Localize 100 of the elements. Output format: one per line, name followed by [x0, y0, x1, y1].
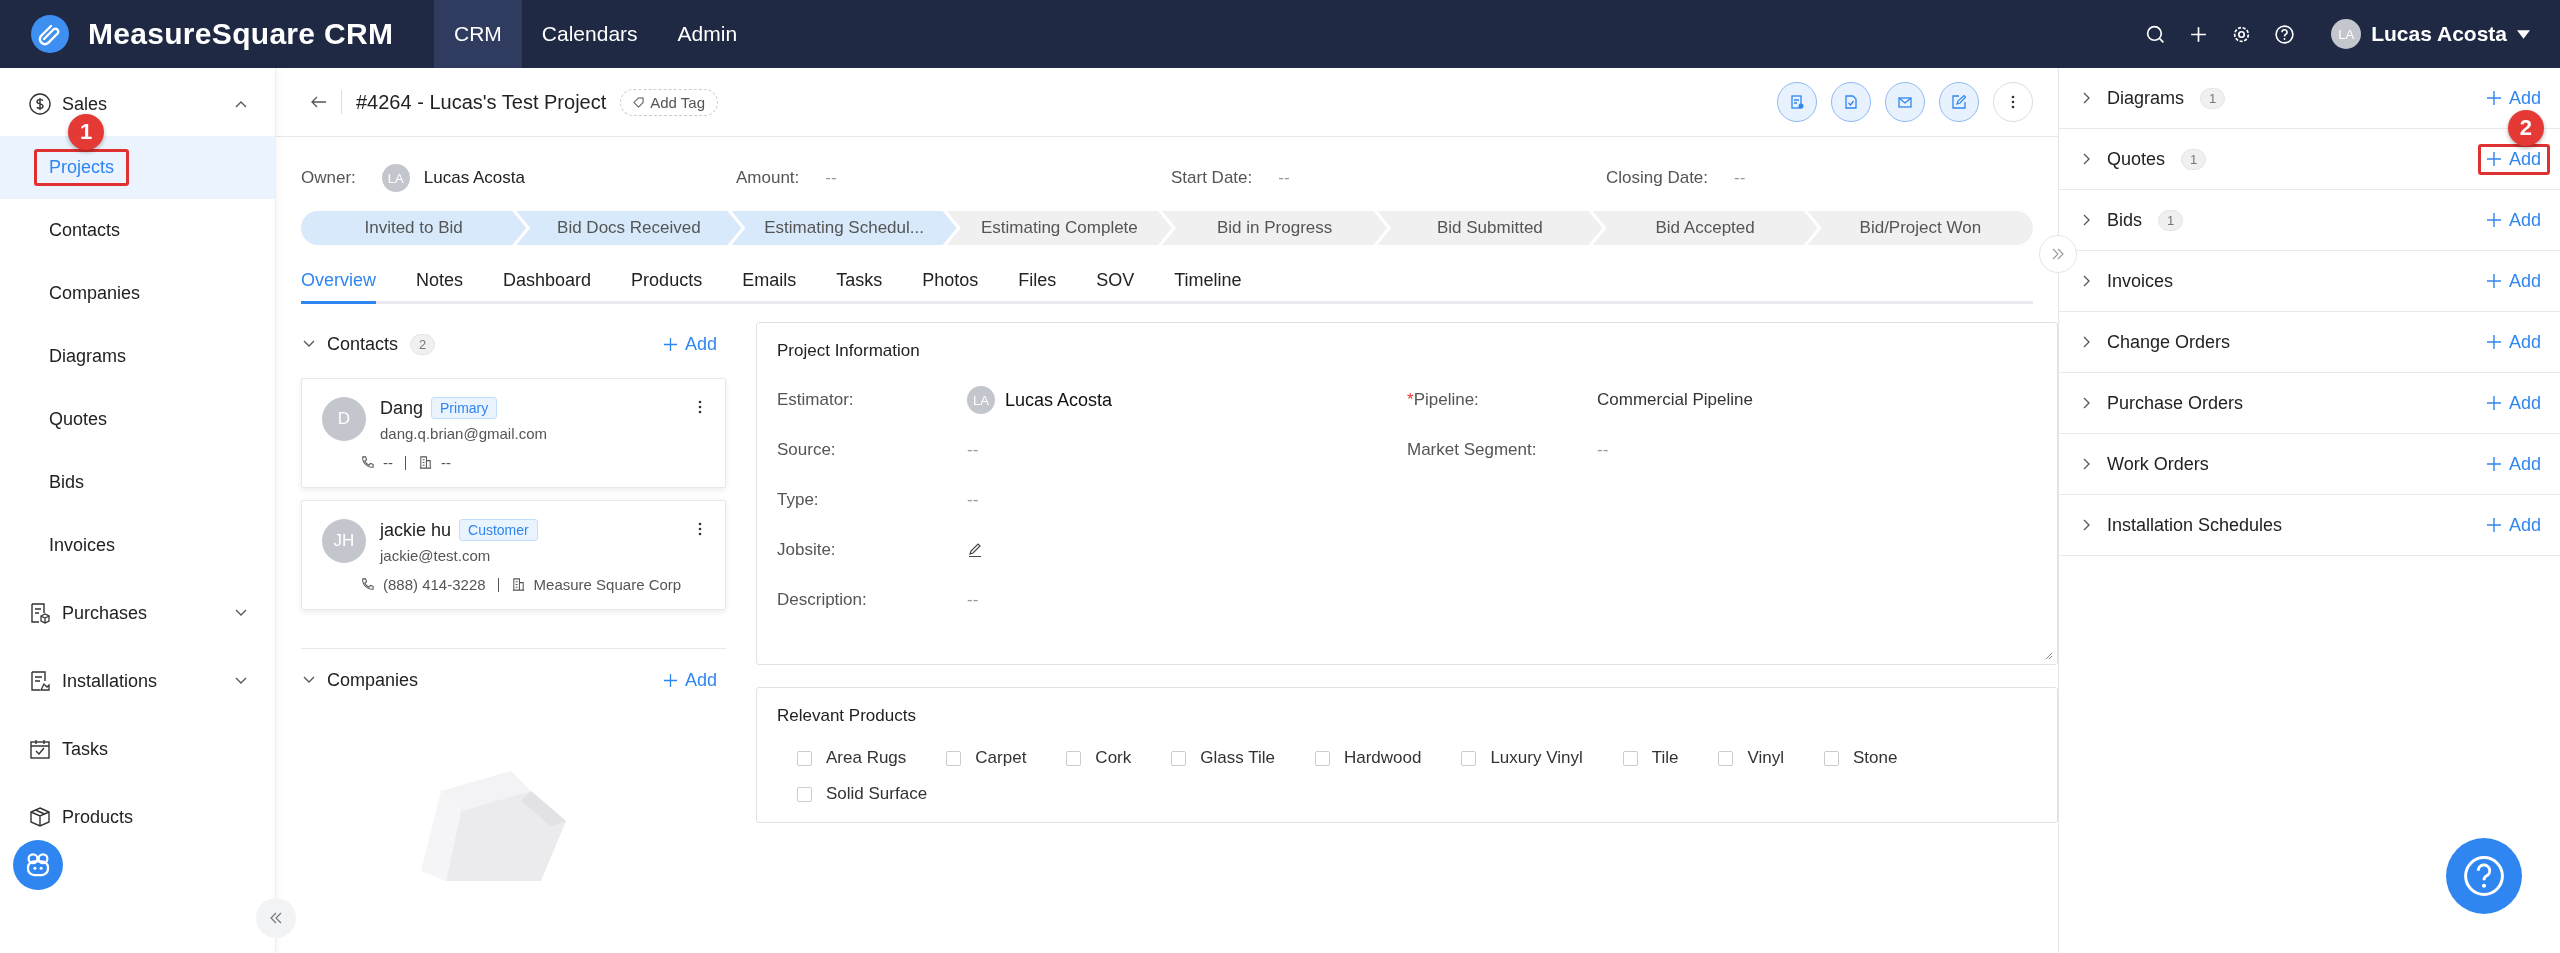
tab[interactable]: Notes — [416, 270, 464, 304]
sidebar-item[interactable]: Companies — [0, 262, 275, 325]
related-section-title: Purchase Orders — [2107, 392, 2244, 414]
kebab-menu-icon[interactable] — [697, 399, 703, 415]
product-checkbox[interactable]: Stone — [1824, 748, 1898, 768]
caret-icon[interactable] — [2517, 29, 2530, 39]
add-link[interactable]: Add — [2477, 448, 2550, 480]
search-icon[interactable] — [2145, 23, 2167, 45]
tab[interactable]: Emails — [742, 270, 797, 304]
back-arrow-icon[interactable] — [311, 96, 327, 108]
report-button[interactable] — [1831, 82, 1871, 122]
kebab-menu-icon[interactable] — [697, 521, 703, 537]
sidebar-group-label[interactable]: Installations — [62, 670, 225, 692]
pipeline-stage[interactable]: Bid Accepted — [1592, 211, 1818, 245]
contact-card[interactable]: JH jackie hu Customer jackie@test.com (888) 414-3228 Measure Square Corp — [301, 500, 726, 610]
tab[interactable]: Photos — [922, 270, 979, 304]
related-section-title: Bids — [2107, 209, 2142, 231]
chevron-right-icon[interactable] — [2083, 336, 2091, 348]
document-icon — [1789, 94, 1805, 110]
product-checkbox[interactable]: Luxury Vinyl — [1461, 748, 1583, 768]
pipeline-stage[interactable]: Bid/Project Won — [1807, 211, 2033, 245]
contact-company: Measure Square Corp — [533, 576, 682, 593]
add-link[interactable]: Add — [2477, 387, 2550, 419]
related-section-title: Work Orders — [2107, 453, 2209, 475]
resize-handle-icon[interactable] — [2043, 650, 2053, 660]
related-section-title: Invoices — [2107, 270, 2174, 292]
field-value: Commercial Pipeline — [1597, 390, 1753, 410]
user-name[interactable]: Lucas Acosta — [2371, 22, 2507, 46]
sidebar-group-label[interactable]: Products — [62, 806, 247, 828]
product-checkbox[interactable]: Tile — [1622, 748, 1679, 768]
chevron-right-icon[interactable] — [2083, 153, 2091, 165]
role-tag: Customer — [459, 519, 538, 541]
phone-icon — [360, 577, 375, 592]
product-checkbox[interactable]: Solid Surface — [797, 784, 928, 804]
add-link[interactable]: Add — [654, 664, 726, 696]
sidebar-item[interactable]: Invoices — [0, 514, 275, 577]
product-checkbox[interactable]: Vinyl — [1718, 748, 1784, 768]
product-checkbox[interactable]: Glass Tile — [1171, 748, 1275, 768]
pipeline-stage[interactable]: Bid Submitted — [1377, 211, 1603, 245]
edit-button[interactable] — [1939, 82, 1979, 122]
sidebar-item[interactable]: Bids — [0, 451, 275, 514]
product-checkbox[interactable]: Carpet — [946, 748, 1027, 768]
chevron-right-icon[interactable] — [2083, 458, 2091, 470]
tab[interactable]: Timeline — [1174, 270, 1242, 304]
add-link[interactable]: Add — [2477, 265, 2550, 297]
step-badge: 2 — [2507, 109, 2544, 146]
sidebar-item[interactable]: Contacts — [0, 199, 275, 262]
pipeline-stage[interactable]: Estimating Schedul... — [731, 211, 957, 245]
contact-phone: (888) 414-3228 — [383, 576, 486, 593]
pencil-icon[interactable] — [967, 542, 983, 558]
tab[interactable]: Tasks — [836, 270, 883, 304]
tab[interactable]: Products — [631, 270, 703, 304]
pipeline-stage[interactable]: Estimating Complete — [946, 211, 1172, 245]
add-tag-button[interactable]: Add Tag — [620, 88, 719, 116]
nav-tab[interactable]: CRM — [434, 0, 522, 68]
sidebar-item[interactable]: Diagrams — [0, 325, 275, 388]
product-checkbox[interactable]: Cork — [1066, 748, 1132, 768]
pipeline-stage[interactable]: Invited to Bid — [301, 211, 527, 245]
chevron-down-icon[interactable] — [303, 340, 315, 348]
sidebar-item[interactable]: Quotes — [0, 388, 275, 451]
add-link[interactable]: Add — [2477, 509, 2550, 541]
document-box-icon — [28, 601, 52, 625]
chevron-down-icon[interactable] — [235, 609, 247, 617]
tab[interactable]: Dashboard — [503, 270, 592, 304]
building-icon — [418, 455, 433, 470]
tab[interactable]: Files — [1018, 270, 1057, 304]
pipeline-stage[interactable]: Bid Docs Received — [516, 211, 742, 245]
assistant-button[interactable] — [13, 840, 63, 890]
chevron-right-icon[interactable] — [2083, 519, 2091, 531]
sidebar-group-label[interactable]: Sales — [62, 93, 225, 115]
nav-tab[interactable]: Admin — [657, 0, 758, 68]
sidebar-group-label[interactable]: Tasks — [62, 738, 247, 760]
field-label: Closing Date: — [1606, 168, 1709, 188]
chevron-up-icon[interactable] — [235, 100, 247, 108]
count-badge: 1 — [2200, 87, 2226, 109]
tab[interactable]: SOV — [1096, 270, 1135, 304]
owner-name: Lucas Acosta — [423, 168, 525, 188]
chevron-right-icon[interactable] — [2083, 275, 2091, 287]
chevron-right-icon[interactable] — [2083, 92, 2091, 104]
tab[interactable]: Overview — [301, 270, 376, 304]
chevron-down-icon[interactable] — [235, 677, 247, 685]
app-title: MeasureSquare CRM — [88, 17, 394, 51]
section-title: Companies — [327, 669, 419, 691]
sidebar-group-label[interactable]: Purchases — [62, 602, 225, 624]
estimate-button[interactable] — [1777, 82, 1817, 122]
help-icon[interactable] — [2274, 23, 2296, 45]
edit-icon — [1951, 94, 1967, 110]
product-checkbox[interactable]: Area Rugs — [797, 748, 907, 768]
document-chart-icon — [28, 669, 52, 693]
estimator-name: Lucas Acosta — [1005, 389, 1113, 411]
add-link[interactable]: Add — [2477, 326, 2550, 358]
product-checkbox[interactable]: Hardwood — [1314, 748, 1422, 768]
contact-card[interactable]: D Dang Primary dang.q.brian@gmail.com -- -- — [301, 378, 726, 488]
add-link[interactable]: Add — [2477, 204, 2550, 236]
chevron-down-icon[interactable] — [303, 676, 315, 684]
add-link[interactable]: Add — [654, 328, 726, 360]
pipeline-stage[interactable]: Bid in Progress — [1162, 211, 1388, 245]
nav-tab[interactable]: Calendars — [521, 0, 658, 68]
chevron-right-icon[interactable] — [2083, 214, 2091, 226]
chevron-right-icon[interactable] — [2083, 397, 2091, 409]
